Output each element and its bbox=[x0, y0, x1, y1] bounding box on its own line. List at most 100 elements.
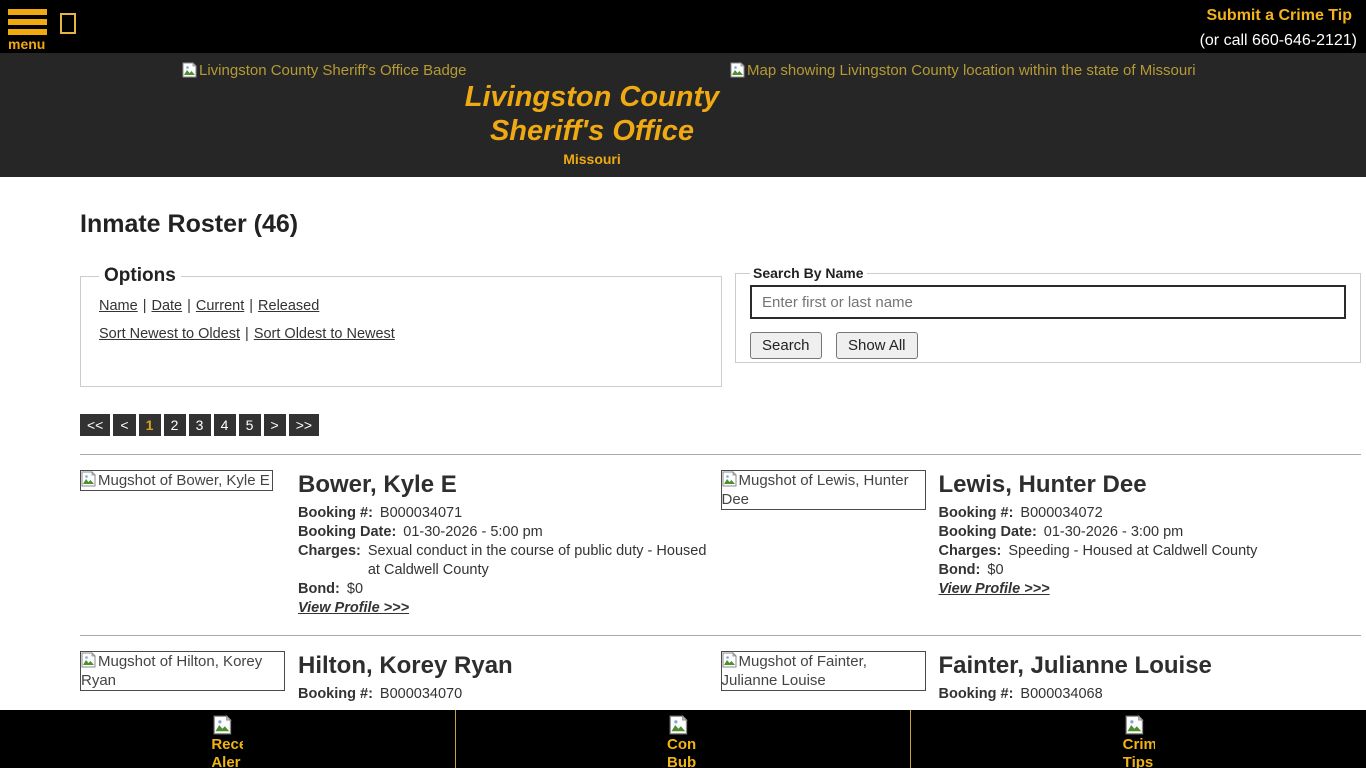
broken-image-icon bbox=[722, 652, 738, 668]
hamburger-bar bbox=[8, 29, 47, 35]
footer-link-label: Bub bbox=[667, 754, 697, 768]
pagination-first[interactable]: << bbox=[80, 414, 111, 436]
map-alt-text: Map showing Livingston County location w… bbox=[747, 62, 1196, 79]
pagination-page-1[interactable]: 1 bbox=[138, 414, 161, 436]
broken-image-icon bbox=[81, 652, 97, 668]
bond-label: Bond: bbox=[938, 562, 981, 578]
footer: Rece Aler Con Bub Crime Tips bbox=[0, 710, 1366, 768]
footer-link-label: Crime bbox=[1122, 736, 1155, 753]
mugshot-broken-image[interactable]: Mugshot of Lewis, Hunter Dee bbox=[720, 470, 926, 510]
inmate-details: Lewis, Hunter Dee Booking #: B000034072 B… bbox=[939, 470, 1362, 617]
pagination-page-5[interactable]: 5 bbox=[238, 414, 261, 436]
booking-date-value: 01-30-2026 - 5:00 pm bbox=[403, 524, 543, 540]
view-profile-link[interactable]: View Profile >>> bbox=[298, 600, 409, 616]
booking-number-value: B000034070 bbox=[379, 686, 463, 702]
footer-link-crime-tips[interactable]: Crime Tips bbox=[1123, 715, 1155, 768]
search-input[interactable] bbox=[750, 285, 1346, 319]
menu-label[interactable]: menu bbox=[8, 36, 45, 52]
submit-crime-tip-link[interactable]: Submit a Crime Tip bbox=[1206, 7, 1352, 25]
separator: | bbox=[245, 326, 249, 342]
site-title: Livingston County Sheriff's Office Misso… bbox=[377, 80, 807, 167]
search-by-name-fieldset: Search By Name Search Show All bbox=[735, 265, 1361, 363]
booking-date-label: Booking Date: bbox=[938, 524, 1037, 540]
broken-image-icon bbox=[669, 715, 689, 735]
sort-newest-to-oldest-link[interactable]: Sort Newest to Oldest bbox=[99, 326, 240, 342]
county-map-broken-image: Map showing Livingston County location w… bbox=[730, 62, 1196, 79]
booking-number-label: Booking #: bbox=[298, 686, 373, 702]
charges-value: Speeding - Housed at Caldwell County bbox=[1008, 543, 1258, 559]
inmate-name: Bower, Kyle E bbox=[298, 471, 457, 498]
hamburger-bar bbox=[8, 9, 47, 15]
booking-number-value: B000034068 bbox=[1020, 686, 1103, 702]
badge-alt-text: Livingston County Sheriff's Office Badge bbox=[199, 62, 467, 79]
inmate-name: Fainter, Julianne Louise bbox=[938, 652, 1212, 679]
footer-cell: Rece Aler bbox=[0, 710, 456, 768]
crime-tip-phone: (or call 660-646-2121) bbox=[1199, 32, 1357, 49]
broken-image-icon bbox=[1125, 715, 1145, 735]
mugshot-column: Mugshot of Bower, Kyle E bbox=[80, 470, 298, 617]
footer-cell: Crime Tips bbox=[911, 710, 1366, 768]
show-all-button[interactable]: Show All bbox=[835, 332, 918, 359]
filters-row: Options Name | Date | Current | Released Sort … bbox=[80, 265, 1361, 387]
inmate-details: Bower, Kyle E Booking #: B000034071 Booki… bbox=[298, 470, 721, 617]
footer-link-bulletin[interactable]: Con Bub bbox=[667, 715, 699, 768]
footer-link-label: Aler bbox=[211, 754, 241, 768]
pagination: << <1 2 3 4 5 > >> bbox=[80, 414, 1361, 436]
filter-link-date[interactable]: Date bbox=[151, 298, 182, 314]
footer-link-alerts[interactable]: Rece Aler bbox=[211, 715, 243, 768]
bond-value: $0 bbox=[987, 562, 1004, 578]
mugshot-column: Mugshot of Lewis, Hunter Dee bbox=[720, 470, 939, 617]
booking-number-label: Booking #: bbox=[298, 505, 373, 521]
hamburger-bar bbox=[8, 19, 47, 25]
pagination-next[interactable]: > bbox=[263, 414, 286, 436]
booking-number-label: Booking #: bbox=[938, 505, 1014, 521]
top-bar: menu Submit a Crime Tip (or call 660-646… bbox=[0, 0, 1366, 53]
footer-link-label: Tips bbox=[1122, 754, 1154, 768]
booking-number-label: Booking #: bbox=[938, 686, 1014, 702]
inmate-details: Fainter, Julianne Louise Booking #: B0000… bbox=[939, 651, 1362, 704]
sort-oldest-to-newest-link[interactable]: Sort Oldest to Newest bbox=[254, 326, 395, 342]
inmate-card: Mugshot of Hilton, Korey Ryan Hilton, Ko… bbox=[80, 651, 721, 704]
broken-image-placeholder bbox=[60, 13, 76, 34]
separator: | bbox=[187, 298, 191, 314]
charges-label: Charges: bbox=[938, 543, 1002, 559]
filter-link-name[interactable]: Name bbox=[99, 298, 138, 314]
charges-value: Sexual conduct in the course of public d… bbox=[367, 543, 707, 578]
broken-image-icon bbox=[81, 471, 97, 487]
search-button[interactable]: Search bbox=[750, 332, 822, 359]
site-title-line2: Sheriff's Office bbox=[489, 115, 695, 147]
booking-date-label: Booking Date: bbox=[298, 524, 397, 540]
broken-image-icon bbox=[182, 62, 198, 78]
separator: | bbox=[142, 298, 147, 314]
options-fieldset: Options Name | Date | Current | Released Sort … bbox=[80, 265, 722, 387]
mugshot-alt-text: Mugshot of Hilton, Korey Ryan bbox=[81, 653, 263, 689]
page-title: Inmate Roster (46) bbox=[80, 210, 299, 238]
booking-number-value: B000034071 bbox=[379, 505, 463, 521]
separator: | bbox=[249, 298, 254, 314]
inmate-name: Hilton, Korey Ryan bbox=[298, 652, 513, 679]
footer-link-label: Rece bbox=[211, 736, 244, 753]
booking-number-value: B000034072 bbox=[1020, 505, 1103, 521]
pagination-page-2[interactable]: 2 bbox=[163, 414, 186, 436]
bond-label: Bond: bbox=[298, 581, 340, 597]
inmate-card: Mugshot of Bower, Kyle E Bower, Kyle E B… bbox=[80, 470, 721, 617]
menu-icon[interactable] bbox=[8, 9, 47, 39]
pagination-page-4[interactable]: 4 bbox=[213, 414, 236, 436]
mugshot-broken-image[interactable]: Mugshot of Hilton, Korey Ryan bbox=[80, 651, 285, 691]
inmate-roster-row: Mugshot of Bower, Kyle E Bower, Kyle E B… bbox=[80, 454, 1361, 617]
inmate-details: Hilton, Korey Ryan Booking #: B000034070 bbox=[298, 651, 721, 704]
pagination-page-3[interactable]: 3 bbox=[188, 414, 211, 436]
filter-links-row: Name | Date | Current | Released bbox=[99, 298, 703, 314]
inmate-card: Mugshot of Fainter, Julianne Louise Fain… bbox=[720, 651, 1362, 704]
pagination-prev[interactable]: < bbox=[113, 414, 136, 436]
charges-label: Charges: bbox=[298, 543, 361, 559]
filter-link-released[interactable]: Released bbox=[258, 298, 319, 314]
mugshot-broken-image[interactable]: Mugshot of Fainter, Julianne Louise bbox=[720, 651, 926, 691]
mugshot-column: Mugshot of Fainter, Julianne Louise bbox=[720, 651, 939, 704]
mugshot-broken-image[interactable]: Mugshot of Bower, Kyle E bbox=[80, 470, 273, 491]
pagination-last[interactable]: >> bbox=[288, 414, 320, 436]
mugshot-alt-text: Mugshot of Fainter, Julianne Louise bbox=[721, 653, 867, 689]
view-profile-link[interactable]: View Profile >>> bbox=[939, 581, 1050, 597]
site-title-line1: Livingston County bbox=[464, 81, 720, 113]
filter-link-current[interactable]: Current bbox=[196, 298, 244, 314]
